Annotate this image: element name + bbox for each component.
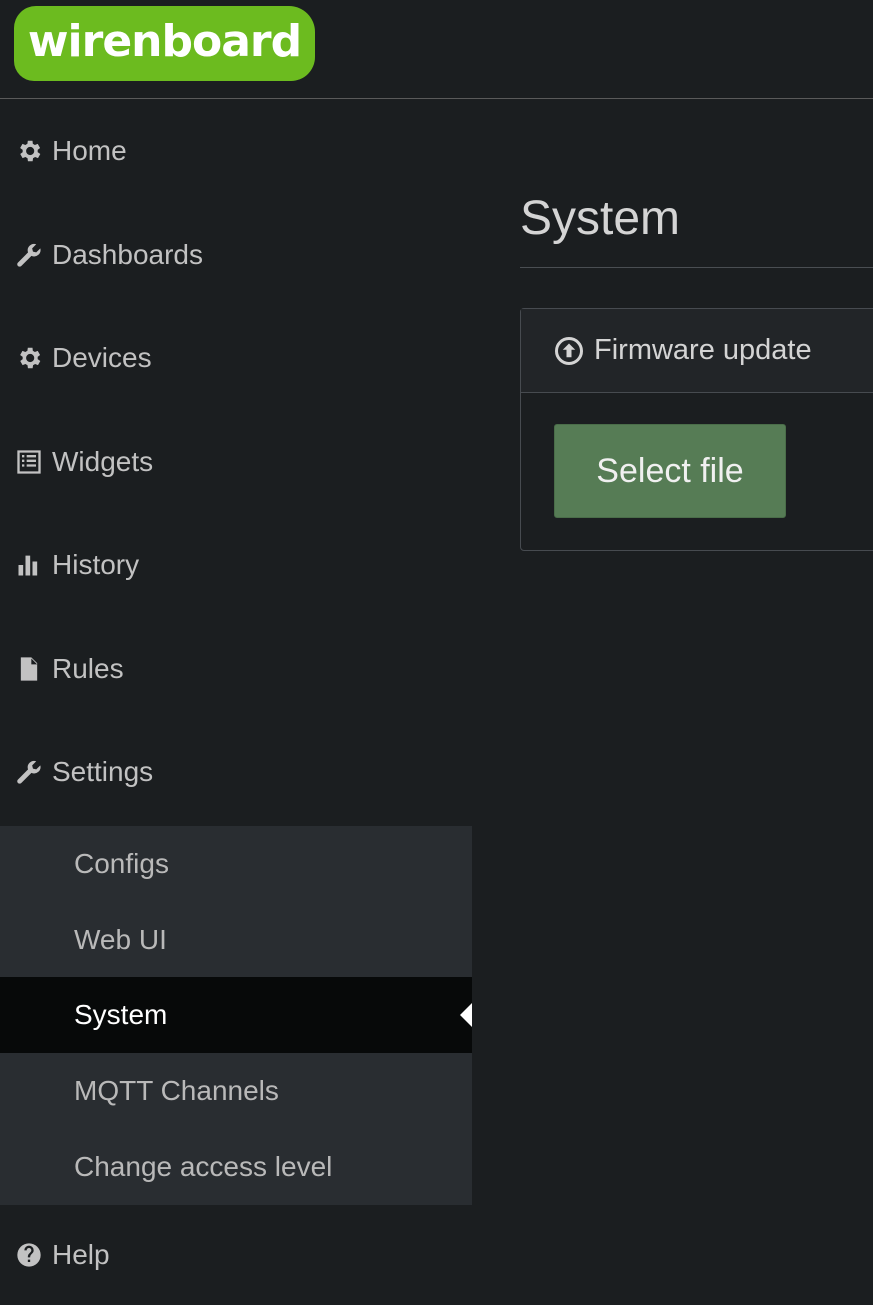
sidebar-item-history[interactable]: History [0,513,472,617]
firmware-update-panel: Firmware update Select file [520,308,873,551]
sidebar-item-devices[interactable]: Devices [0,306,472,410]
panel-heading-label: Firmware update [594,334,812,366]
sidebar-item-settings[interactable]: Settings [0,720,472,824]
active-caret-icon [460,1003,472,1027]
sidebar-item-label: Devices [52,342,152,373]
sidebar-item-label: History [52,549,140,580]
submenu-item-label: MQTT Channels [74,1075,279,1106]
top-bar: wirenboard [0,0,873,99]
bar-chart-icon [14,550,44,580]
title-divider [520,267,873,268]
submenu-item-system[interactable]: System [0,977,472,1053]
gear-icon [14,343,44,373]
list-icon [14,447,44,477]
file-icon [14,654,44,684]
sidebar-item-label: Settings [52,756,154,787]
main-content: System Firmware update Select file [472,99,873,1280]
gear-icon [14,136,44,166]
sidebar-item-label: Rules [52,653,124,684]
sidebar-item-label: Home [52,135,127,166]
submenu-item-web-ui[interactable]: Web UI [0,902,472,978]
submenu-item-configs[interactable]: Configs [0,826,472,902]
submenu-item-label: Web UI [74,924,167,955]
sidebar-item-label: Dashboards [52,239,203,270]
sidebar-item-help[interactable]: Help [0,1205,472,1305]
sidebar-item-label: Widgets [52,446,154,477]
submenu-item-mqtt-channels[interactable]: MQTT Channels [0,1053,472,1129]
sidebar-item-rules[interactable]: Rules [0,617,472,721]
question-circle-icon [14,1240,44,1270]
sidebar: Home Dashboards Devices Widgets History … [0,99,472,1280]
settings-submenu: Configs Web UI System MQTT Channels Chan… [0,826,472,1205]
select-file-button[interactable]: Select file [554,424,786,518]
wrench-icon [14,240,44,270]
sidebar-item-label: Help [52,1239,110,1270]
panel-heading: Firmware update [521,309,873,393]
submenu-item-label: Change access level [74,1151,333,1182]
sidebar-item-widgets[interactable]: Widgets [0,410,472,514]
sidebar-item-home[interactable]: Home [0,99,472,203]
page-title: System [520,192,681,245]
wrench-icon [14,757,44,787]
upload-circle-icon [554,336,584,366]
submenu-item-label: System [74,999,168,1030]
logo-text: wirenboard [27,16,302,67]
submenu-item-change-access-level[interactable]: Change access level [0,1129,472,1205]
sidebar-item-dashboards[interactable]: Dashboards [0,203,472,307]
wirenboard-logo[interactable]: wirenboard [14,6,315,81]
submenu-item-label: Configs [74,848,169,879]
